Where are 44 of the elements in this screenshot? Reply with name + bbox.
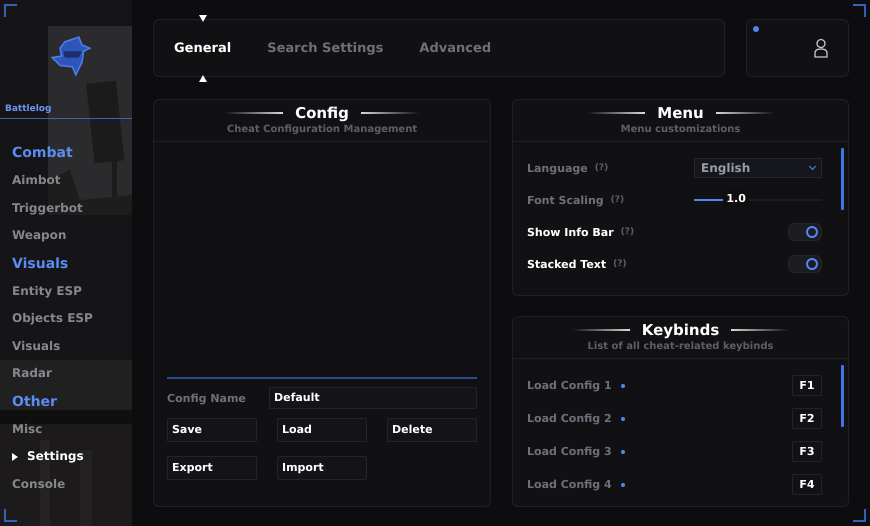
panel-subtitle: Menu customizations: [620, 124, 740, 135]
action-button[interactable]: Import: [277, 456, 367, 480]
sidebar-item[interactable]: Weapon: [12, 222, 132, 250]
help-hint[interactable]: (?): [620, 227, 634, 237]
key-button[interactable]: F3: [792, 441, 822, 462]
brand-name: Battlelog: [5, 104, 52, 114]
panel-title: Keybinds: [642, 321, 720, 339]
setting-label: Stacked Text: [527, 258, 606, 270]
keybind-label: Load Config 1: [527, 379, 612, 392]
action-button[interactable]: Delete: [387, 418, 477, 442]
section-heading: Visuals: [12, 254, 70, 274]
tab[interactable]: General: [174, 40, 232, 56]
action-button[interactable]: Save: [167, 418, 257, 442]
sidebar-item[interactable]: Entity ESP: [12, 278, 132, 305]
key-button[interactable]: F1: [792, 375, 822, 396]
sidebar-item[interactable]: Objects ESP: [12, 305, 132, 332]
panel-title: Config: [295, 104, 349, 122]
panel-subtitle: List of all cheat-related keybinds: [588, 341, 774, 352]
config-name-field[interactable]: Default: [269, 387, 477, 409]
action-button[interactable]: Load: [277, 418, 367, 442]
keybind-label: Load Config 2: [527, 412, 612, 425]
keybind-label: Load Config 4: [527, 478, 612, 491]
panel-title: Menu: [657, 104, 704, 122]
tab[interactable]: Advanced: [419, 40, 492, 56]
sidebar-item[interactable]: Settings: [12, 443, 132, 470]
section-heading: Combat: [12, 144, 74, 163]
sidebar-item[interactable]: Triggerbot: [12, 194, 132, 222]
setting-label: Font Scaling: [527, 194, 604, 206]
action-button[interactable]: Export: [167, 456, 257, 480]
keybind-label: Load Config 3: [527, 445, 612, 458]
field-label: Config Name: [167, 392, 247, 404]
key-button[interactable]: F4: [792, 474, 822, 495]
setting-label: Language: [527, 162, 588, 174]
sidebar-item[interactable]: Console: [12, 470, 132, 498]
tab[interactable]: Search Settings: [267, 40, 384, 56]
panel-subtitle: Cheat Configuration Management: [226, 124, 418, 135]
sidebar-item[interactable]: Radar: [12, 360, 132, 388]
sidebar-item[interactable]: Visuals: [12, 332, 132, 360]
setting-label: Show Info Bar: [527, 226, 614, 238]
help-hint[interactable]: (?): [613, 259, 627, 269]
sidebar-item[interactable]: Aimbot: [12, 167, 132, 194]
section-heading: Other: [12, 392, 58, 412]
key-button[interactable]: F2: [792, 408, 822, 429]
sidebar-item[interactable]: Misc: [12, 416, 132, 443]
